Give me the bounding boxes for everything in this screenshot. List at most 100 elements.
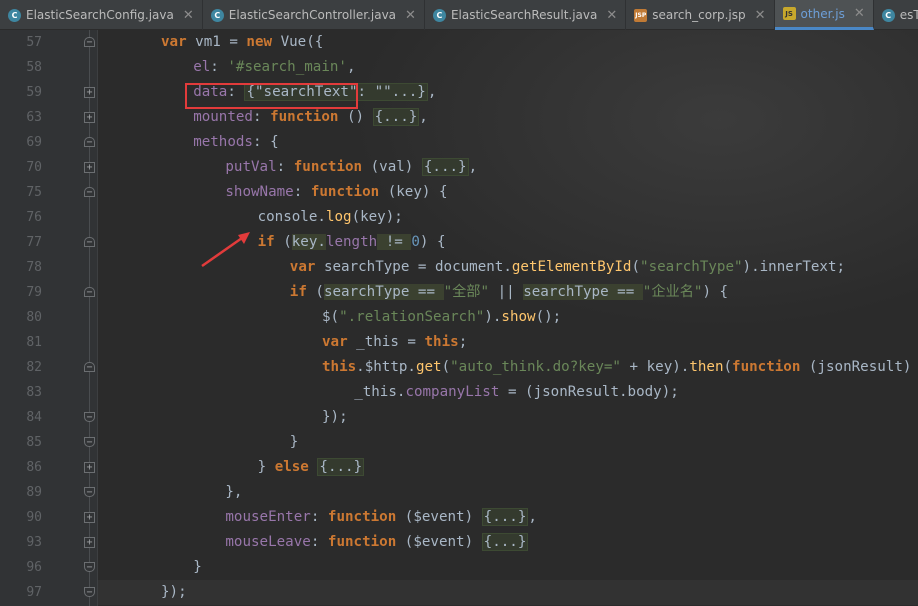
line-number: 96 — [26, 560, 42, 575]
line-number: 81 — [26, 335, 42, 350]
code-token: || — [489, 284, 524, 300]
code-line[interactable]: 89 −}, — [0, 480, 918, 505]
line-number: 76 — [26, 210, 42, 225]
expand-fold-icon[interactable]: + — [84, 87, 95, 98]
line-number: 59 — [26, 85, 42, 100]
expand-fold-icon[interactable]: + — [84, 537, 95, 548]
code-line[interactable]: 93 + mouseLeave: function ($event) {...} — [0, 530, 918, 555]
code-line[interactable]: 86 +} else {...} — [0, 455, 918, 480]
code-token: showName — [225, 184, 294, 200]
code-token: }); — [161, 584, 187, 600]
code-token: ($event) — [404, 509, 482, 525]
code-token: ( — [631, 259, 641, 275]
collapse-fold-icon[interactable]: − — [84, 437, 95, 448]
folded-region[interactable]: {...} — [317, 458, 365, 476]
code-token: != — [377, 234, 412, 250]
collapse-fold-icon[interactable]: − — [84, 237, 95, 248]
collapse-fold-icon[interactable]: − — [84, 37, 95, 48]
collapse-fold-icon[interactable]: − — [84, 587, 95, 598]
code-line[interactable]: 97 −}); — [0, 580, 918, 605]
code-line[interactable]: 70 + putVal: function (val) {...}, — [0, 155, 918, 180]
tab-estest-java[interactable]: CesTest.java✕ — [874, 0, 918, 30]
line-number: 85 — [26, 435, 42, 450]
close-icon[interactable]: ✕ — [183, 8, 194, 23]
collapse-fold-icon[interactable]: − — [84, 137, 95, 148]
line-number: 63 — [26, 110, 42, 125]
line-number: 84 — [26, 410, 42, 425]
close-icon[interactable]: ✕ — [854, 6, 865, 21]
folded-region[interactable]: {...} — [372, 108, 420, 126]
tab-label: search_corp.jsp — [652, 8, 746, 22]
tab-elasticsearchresult-java[interactable]: C ElasticSearchResult.java ✕ — [425, 0, 627, 30]
collapse-fold-icon[interactable]: − — [84, 562, 95, 573]
code-line[interactable]: 83 _this.companyList = (jsonResult.body); — [0, 380, 918, 405]
code-token: } — [193, 559, 202, 575]
code-token: then — [689, 359, 724, 375]
line-number: 78 — [26, 260, 42, 275]
close-icon[interactable]: ✕ — [606, 8, 617, 23]
expand-fold-icon[interactable]: + — [84, 512, 95, 523]
line-number: 57 — [26, 35, 42, 50]
code-token: : — [310, 509, 328, 525]
line-number: 82 — [26, 360, 42, 375]
code-line[interactable]: 57 − var vm1 = new Vue({ — [0, 30, 918, 55]
code-token: } — [289, 434, 299, 450]
tab-label: ElasticSearchResult.java — [450, 8, 598, 22]
code-token: ".relationSearch" — [339, 309, 485, 325]
code-token: "全部" — [443, 284, 490, 300]
close-icon[interactable]: ✕ — [755, 8, 766, 23]
collapse-fold-icon[interactable]: − — [84, 287, 95, 298]
code-line[interactable]: 77 − if (key.length != 0) { — [0, 230, 918, 255]
code-line[interactable]: 63 + mounted: function () {...}, — [0, 105, 918, 130]
line-number: 58 — [26, 60, 42, 75]
code-token: searchType == — [323, 284, 444, 300]
expand-fold-icon[interactable]: + — [84, 162, 95, 173]
code-token: ) { — [702, 284, 729, 300]
tab-search-corp-jsp[interactable]: JSP search_corp.jsp ✕ — [626, 0, 775, 30]
code-line[interactable]: 59 + data: {"searchText": ""...}, — [0, 80, 918, 105]
code-token: } — [257, 459, 275, 475]
collapse-fold-icon[interactable]: − — [84, 187, 95, 198]
collapse-fold-icon[interactable]: − — [84, 412, 95, 423]
code-text: } — [193, 555, 202, 580]
code-token: : { — [252, 134, 279, 150]
collapse-fold-icon[interactable]: − — [84, 362, 95, 373]
code-line[interactable]: 85 −} — [0, 430, 918, 455]
tab-other-js[interactable]: JS other.js ✕ — [774, 0, 874, 30]
code-line[interactable]: 79− if (searchType == "全部" || searchType … — [0, 280, 918, 305]
expand-fold-icon[interactable]: + — [84, 462, 95, 473]
line-number: 90 — [26, 510, 42, 525]
code-text: putVal: function (val) {...}, — [225, 155, 477, 180]
code-line[interactable]: 82− this.$http.get("auto_think.do?key=" +… — [0, 355, 918, 380]
code-token: mounted — [193, 109, 253, 125]
code-line[interactable]: 76 console.log(key); — [0, 205, 918, 230]
code-text: $(".relationSearch").show(); — [322, 305, 561, 330]
code-token: ).innerText; — [742, 259, 846, 275]
line-number: 80 — [26, 310, 42, 325]
code-line[interactable]: 80 $(".relationSearch").show(); — [0, 305, 918, 330]
code-token: key. — [291, 234, 326, 250]
folded-region[interactable]: {...} — [481, 533, 529, 551]
tab-label: ElasticSearchController.java — [228, 8, 397, 22]
code-text: mouseEnter: function ($event) {...}, — [225, 505, 537, 530]
editor-tab-bar: C ElasticSearchConfig.java ✕ C ElasticSearch… — [0, 0, 918, 30]
code-line[interactable]: 84 −}); — [0, 405, 918, 430]
collapse-fold-icon[interactable]: − — [84, 487, 95, 498]
code-line[interactable]: 78 var searchType = document.getElementBy… — [0, 255, 918, 280]
code-line[interactable]: 90 + mouseEnter: function ($event) {...}, — [0, 505, 918, 530]
code-line[interactable]: 96 −} — [0, 555, 918, 580]
code-line[interactable]: 69 − methods: { — [0, 130, 918, 155]
tab-elasticsearchcontroller-java[interactable]: C ElasticSearchController.java ✕ — [203, 0, 425, 30]
tab-elasticsearchconfig-java[interactable]: C ElasticSearchConfig.java ✕ — [0, 0, 203, 30]
code-token: , — [346, 59, 356, 75]
code-line[interactable]: 58 el: '#search_main', — [0, 55, 918, 80]
code-line[interactable]: 81 var _this = this; — [0, 330, 918, 355]
close-icon[interactable]: ✕ — [405, 8, 416, 23]
folded-region[interactable]: {...} — [481, 508, 529, 526]
code-editor[interactable]: 57 − var vm1 = new Vue({58 el: '#search_mai… — [0, 30, 918, 606]
code-line[interactable]: 75 − showName: function (key) { — [0, 180, 918, 205]
code-text: var _this = this; — [322, 330, 467, 355]
code-token: ( — [283, 234, 292, 250]
expand-fold-icon[interactable]: + — [84, 112, 95, 123]
folded-region[interactable]: {...} — [421, 158, 469, 176]
